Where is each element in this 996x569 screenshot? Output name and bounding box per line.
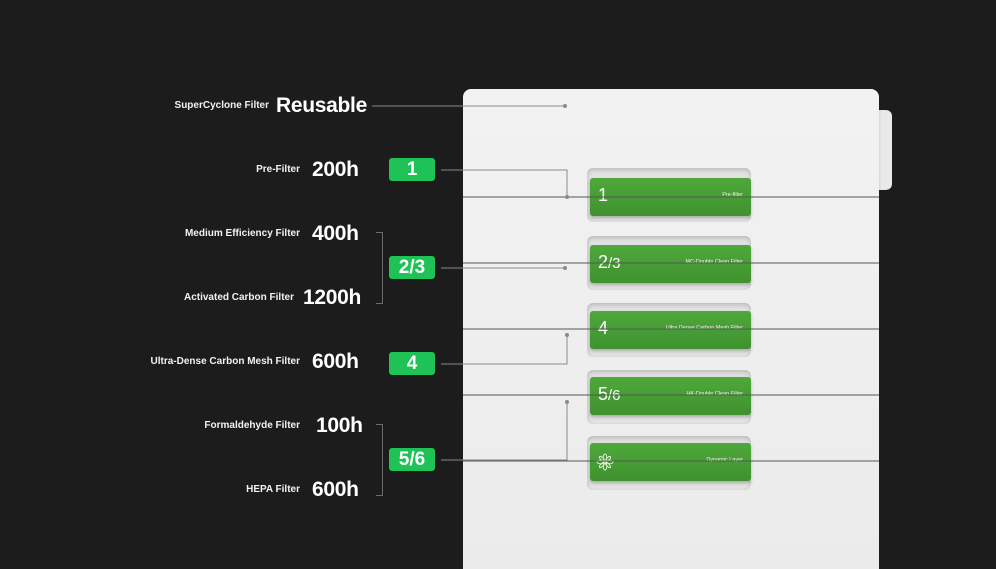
bracket-2-3 xyxy=(376,232,383,304)
value-supercyclone: Reusable xyxy=(276,94,367,117)
value-pre-filter: 200h xyxy=(312,158,359,181)
connector-lines xyxy=(372,104,879,462)
badge-5-6: 5/6 xyxy=(389,448,435,471)
bracket-5-6 xyxy=(376,424,383,496)
value-ultra-dense: 600h xyxy=(312,350,359,373)
label-ultra-dense: Ultra-Dense Carbon Mesh Filter xyxy=(150,356,300,367)
value-activated-carbon: 1200h xyxy=(303,286,362,309)
label-hepa: HEPA Filter xyxy=(246,484,300,495)
value-medium-efficiency: 400h xyxy=(312,222,359,245)
value-formaldehyde: 100h xyxy=(316,414,363,437)
badge-1: 1 xyxy=(389,158,435,181)
label-pre-filter: Pre-Filter xyxy=(256,164,300,175)
badge-4: 4 xyxy=(389,352,435,375)
label-medium-efficiency: Medium Efficiency Filter xyxy=(184,228,300,239)
value-hepa: 600h xyxy=(312,478,359,501)
badge-2-3: 2/3 xyxy=(389,256,435,279)
label-supercyclone: SuperCyclone Filter xyxy=(174,100,269,111)
label-activated-carbon: Activated Carbon Filter xyxy=(183,292,294,303)
filter-diagram: 1 Pre-filter 2/3 MC-Double Clean Filter … xyxy=(0,0,996,569)
label-formaldehyde: Formaldehyde Filter xyxy=(204,420,300,431)
